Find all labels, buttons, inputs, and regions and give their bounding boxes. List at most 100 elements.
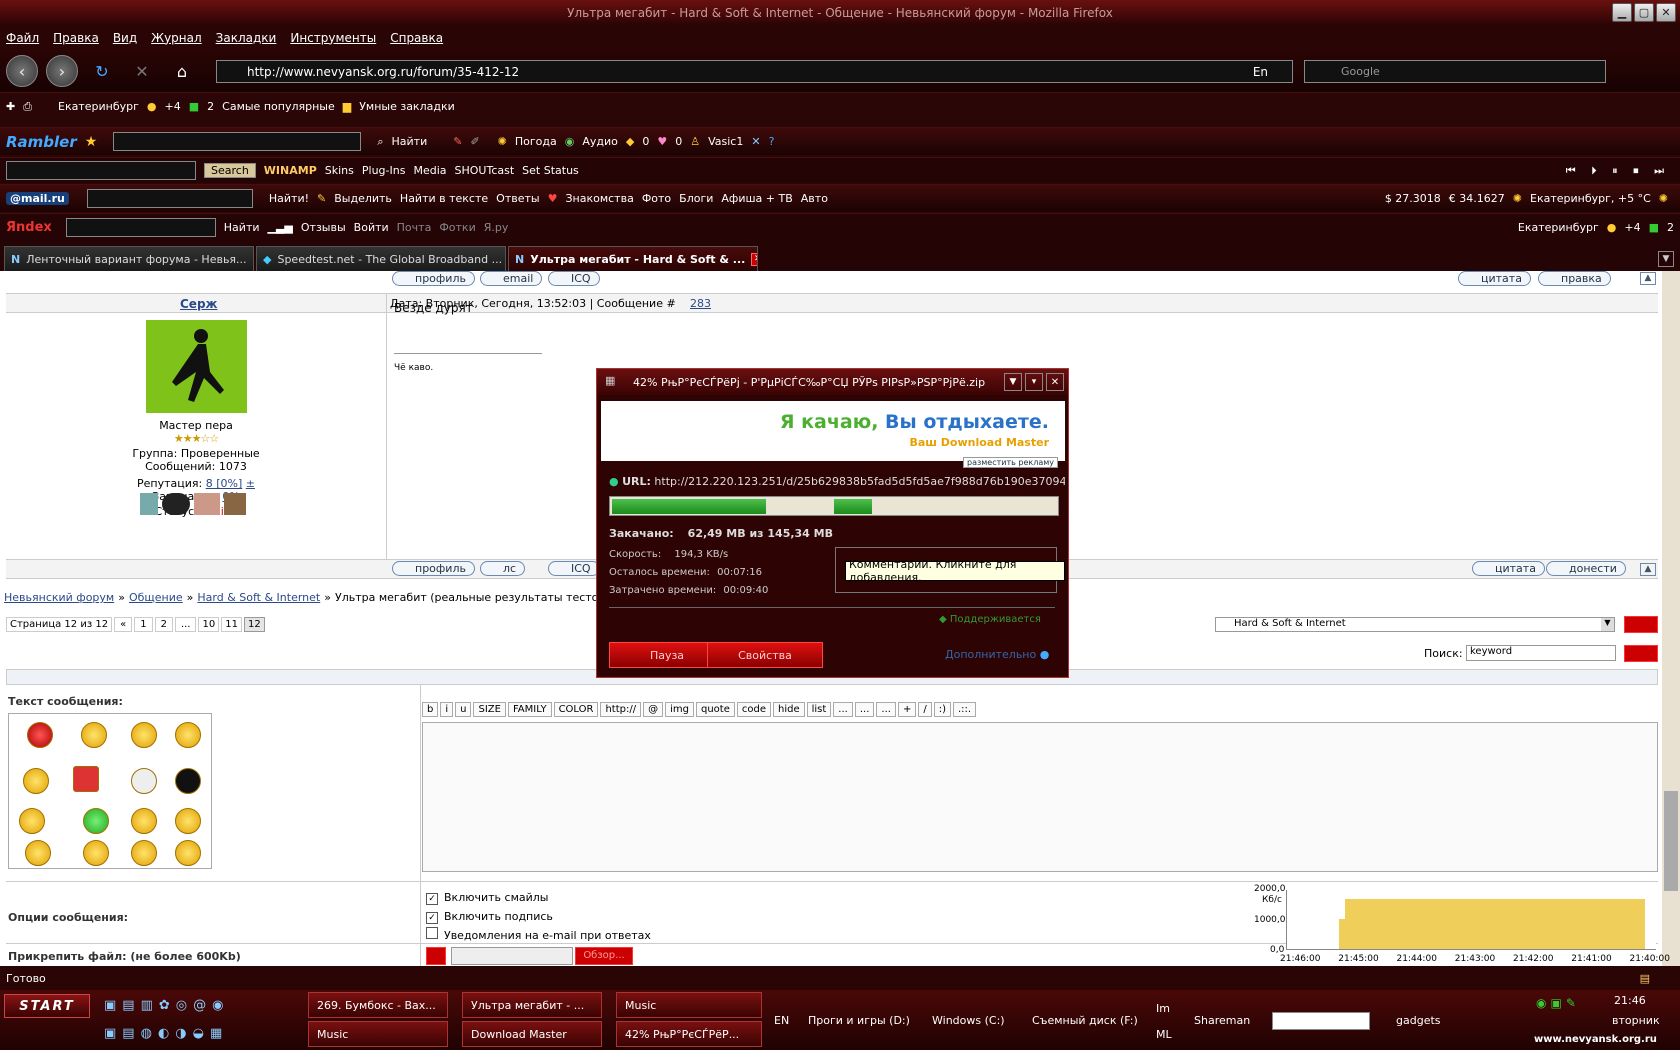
yandex-logo[interactable]: Яndex [6,220,52,235]
editor-button[interactable]: b [422,702,439,717]
report-button[interactable]: донести [1546,561,1626,576]
winamp-search-button[interactable]: Search [204,163,256,178]
forum-select[interactable]: Hard & Soft & Internet ▼ [1215,617,1615,632]
pager-item[interactable]: ... [174,617,197,632]
editor-button[interactable]: / [918,702,932,717]
rambler-audio[interactable]: Аудио [582,135,618,148]
scroll-top-icon[interactable]: ▲ [1640,563,1656,576]
yandex-login[interactable]: Войти [354,221,389,234]
editor-button[interactable]: code [736,702,771,717]
rambler-c1[interactable]: 0 [642,135,649,148]
email-button[interactable]: email [480,271,543,286]
scroll-top-icon[interactable]: ▲ [1640,272,1656,285]
edit-button[interactable]: правка [1538,271,1611,286]
glasses-smile-icon[interactable] [131,768,157,794]
menu-edit[interactable]: Правка [53,31,99,45]
app-icon[interactable]: ▤ [122,998,134,1013]
plugin-icon[interactable]: ✚ [6,100,15,113]
winamp-logo[interactable]: WINAMP [264,164,317,177]
message-textarea[interactable] [422,722,1658,872]
mailru-find-text[interactable]: Найти в тексте [400,192,488,205]
app-icon[interactable]: ◍ [141,1026,152,1041]
pager-current[interactable]: 12 [243,617,265,632]
tray-icon[interactable]: ◉ [1536,996,1546,1010]
pm-button[interactable]: лс [480,561,526,576]
home-icon[interactable]: ⌂ [166,55,198,87]
settings-icon[interactable]: ✺ [1659,192,1668,205]
taskbar-item[interactable]: Music [308,1021,448,1047]
media-controls[interactable]: ⏮ ⏵ ⏸ ⏹ ⏭ [1566,164,1670,178]
close-icon[interactable]: ✕ [1656,3,1676,22]
mailru-find[interactable]: Найти! [269,192,309,205]
app-icon[interactable]: ▦ [210,1026,222,1041]
editor-button[interactable]: + [897,702,917,717]
winamp-shoutcast[interactable]: SHOUTcast [455,164,515,177]
app-icon[interactable]: ▣ [104,1026,116,1041]
yandex-search-input[interactable] [65,218,216,237]
yandex-yaru[interactable]: Я.ру [484,221,509,234]
pager-item[interactable]: « [114,617,133,632]
chevron-down-icon[interactable]: ▼ [1004,373,1022,391]
download-dialog[interactable]: 42% РњР°РєСЃРёРј - Р'РµРіСЃС‰Р°СЏ РЎРѕ Р… [596,368,1069,678]
menu-file[interactable]: Файл [6,31,39,45]
icq-button[interactable]: ICQ [548,561,600,576]
rambler-weather[interactable]: Погода [515,135,557,148]
icq-button[interactable]: ICQ [548,271,600,286]
app-icon[interactable]: ◒ [193,1026,204,1041]
editor-button[interactable]: FAMILY [507,702,552,717]
bomb-icon[interactable] [175,768,201,794]
editor-button[interactable]: quote [695,702,735,717]
menu-tools[interactable]: Инструменты [290,31,376,45]
tab-1[interactable]: N Ленточный вариант форума - Невья... ✕ [4,246,254,271]
quote-button[interactable]: цитата [1458,271,1531,286]
pager-item[interactable]: 1 [134,617,153,632]
smile-icon[interactable] [175,808,201,834]
rambler-logo[interactable]: Rambler [6,133,77,151]
rambler-c2[interactable]: 0 [675,135,682,148]
taskbar-search-input[interactable] [1272,1012,1370,1030]
taskbar-item[interactable]: Download Master [462,1021,602,1047]
pager-item[interactable]: 2 [154,617,173,632]
tongue-smile-icon[interactable] [81,722,107,748]
yandex-reviews[interactable]: Отзывы [301,221,346,234]
drive-d[interactable]: Проги и игры (D:) [808,1014,910,1027]
editor-button[interactable]: ... [876,702,896,717]
winamp-plugins[interactable]: Plug-Ins [362,164,406,177]
green-smile-icon[interactable] [83,808,109,834]
smile-icon[interactable] [131,722,157,748]
clock-time[interactable]: 21:46 [1614,994,1646,1007]
menu-bookmarks[interactable]: Закладки [216,31,277,45]
pager-item[interactable]: 11 [221,617,242,632]
mailru-select[interactable]: Выделить [334,192,392,205]
file-input[interactable] [451,947,573,965]
bm-city[interactable]: Екатеринбург [58,100,139,113]
opt2-checkbox[interactable]: ✓ [426,912,438,924]
app-icon[interactable]: ◐ [158,1026,169,1041]
editor-button[interactable]: .::. [952,702,977,717]
vertical-scrollbar[interactable] [1662,271,1680,966]
mailru-photo[interactable]: Фото [642,192,671,205]
maximize-icon[interactable]: ▢ [1634,3,1654,22]
stop-icon[interactable]: ✕ [126,55,158,87]
winamp-status[interactable]: Set Status [522,164,579,177]
smile-icon[interactable] [83,840,109,866]
smile-icon[interactable] [23,768,49,794]
tools-icon[interactable]: ✐ [470,135,479,148]
editor-button[interactable]: SIZE [473,702,506,717]
minimize-icon[interactable]: ▁ [1612,3,1632,22]
profile-button[interactable]: профиль [392,561,475,576]
ad-link[interactable]: разместить рекламу [963,457,1058,468]
editor-button[interactable]: list [806,702,832,717]
editor-button[interactable]: @ [643,702,664,717]
start-button[interactable]: START [4,994,90,1018]
menu-view[interactable]: Вид [113,31,137,45]
app-icon[interactable]: ▥ [141,998,153,1013]
app-icon[interactable]: @ [193,998,206,1013]
help-icon[interactable]: ? [769,135,775,148]
settings-icon[interactable]: ✕ [751,135,760,148]
more-link[interactable]: Дополнительно [945,648,1036,661]
taskbar-item[interactable]: Music [616,992,762,1018]
drive-f[interactable]: Съемный диск (F:) [1032,1014,1138,1027]
search-box[interactable]: Google [1304,60,1606,83]
rambler-search-input[interactable] [113,132,362,151]
